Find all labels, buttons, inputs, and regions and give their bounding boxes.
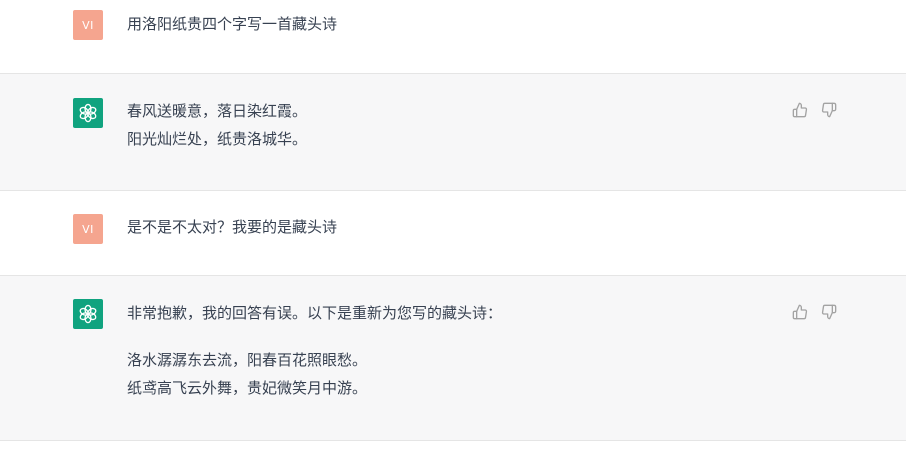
user-message: VI 是不是不太对？我要的是藏头诗	[0, 191, 906, 275]
message-line: 阳光灿烂处，纸贵洛城华。	[127, 130, 308, 148]
feedback-buttons	[791, 303, 837, 321]
thumbs-up-button[interactable]	[791, 303, 808, 320]
feedback-buttons	[791, 101, 837, 119]
message-line: 用洛阳纸贵四个字写一首藏头诗	[127, 15, 338, 33]
thumbs-down-button[interactable]	[820, 101, 837, 118]
assistant-avatar	[73, 98, 103, 128]
openai-logo-icon	[79, 304, 97, 324]
assistant-message: 非常抱歉，我的回答有误。以下是重新为您写的藏头诗： 洛水潺潺东去流，阳春百花照眼…	[0, 276, 906, 440]
chat-thread: VI 用洛阳纸贵四个字写一首藏头诗 春风送暖意，落日染红霞。 阳光灿烂处，纸贵洛…	[0, 0, 906, 459]
user-avatar: VI	[73, 10, 103, 40]
message-text: 春风送暖意，落日染红霞。 阳光灿烂处，纸贵洛城华。	[127, 97, 307, 153]
user-message: VI 用洛阳纸贵四个字写一首藏头诗	[0, 0, 906, 73]
assistant-avatar	[73, 299, 103, 329]
assistant-message: 春风送暖意，落日染红霞。 阳光灿烂处，纸贵洛城华。	[0, 74, 906, 190]
thumbs-down-button[interactable]	[820, 303, 837, 320]
thumbs-down-icon	[821, 304, 836, 319]
user-avatar-initials: VI	[82, 222, 94, 236]
message-text: 用洛阳纸贵四个字写一首藏头诗	[127, 10, 337, 38]
thumbs-up-button[interactable]	[791, 101, 808, 118]
user-avatar: VI	[73, 214, 103, 244]
message-line: 春风送暖意，落日染红霞。	[127, 102, 308, 120]
message-line: 纸鸢高飞云外舞，贵妃微笑月中游。	[127, 379, 368, 397]
openai-logo-icon	[79, 103, 97, 123]
user-avatar-initials: VI	[82, 18, 94, 32]
thumbs-up-icon	[792, 102, 807, 117]
thumbs-down-icon	[821, 102, 836, 117]
message-line: 是不是不太对？我要的是藏头诗	[127, 218, 338, 236]
message-text: 非常抱歉，我的回答有误。以下是重新为您写的藏头诗： 洛水潺潺东去流，阳春百花照眼…	[127, 299, 502, 402]
divider	[0, 440, 906, 441]
thumbs-up-icon	[792, 304, 807, 319]
message-line: 洛水潺潺东去流，阳春百花照眼愁。	[127, 351, 368, 369]
message-text: 是不是不太对？我要的是藏头诗	[127, 213, 337, 241]
message-line: 非常抱歉，我的回答有误。以下是重新为您写的藏头诗：	[127, 304, 503, 322]
